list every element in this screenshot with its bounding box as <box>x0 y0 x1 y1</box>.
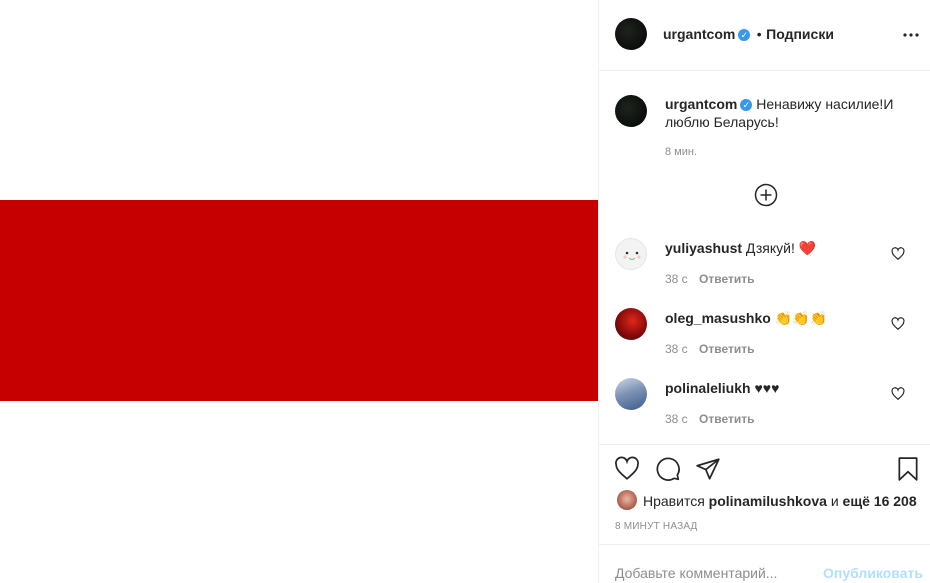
more-options-icon[interactable] <box>901 27 921 43</box>
comment-like-heart-icon[interactable] <box>891 247 905 261</box>
dot-separator: • <box>756 26 762 42</box>
comment-time: 38 с <box>665 412 688 426</box>
comment-text: 👏👏👏 <box>774 310 828 326</box>
commenter-avatar[interactable] <box>615 378 647 410</box>
commenter-username[interactable]: yuliyashust <box>665 240 742 256</box>
caption-text-line2: люблю Беларусь! <box>665 114 779 130</box>
post-timestamp: 8 МИНУТ НАЗАД <box>615 521 698 532</box>
caption-time: 8 мин. <box>665 146 698 158</box>
comment-time: 38 с <box>665 272 688 286</box>
commenter-avatar[interactable] <box>615 308 647 340</box>
caption-author-avatar[interactable] <box>615 95 647 127</box>
comment-text: ♥♥♥ <box>754 380 780 396</box>
caption-text-line1: Ненавижу насилие!И <box>756 96 894 112</box>
reply-button[interactable]: Ответить <box>699 272 754 286</box>
share-plane-icon[interactable] <box>695 456 721 482</box>
verified-badge-icon: ✓ <box>740 99 753 112</box>
comment-like-heart-icon[interactable] <box>891 387 905 401</box>
following-button[interactable]: Подписки <box>766 26 834 42</box>
likes-line: Нравится polinamilushkova и ещё 16 208 <box>643 493 917 509</box>
comment-body: polinaleliukh ♥♥♥ <box>665 379 779 397</box>
flag-red-stripe <box>0 200 598 401</box>
divider <box>599 544 930 545</box>
author-avatar[interactable] <box>615 18 647 50</box>
divider <box>599 444 930 445</box>
comment-meta: 38 с Ответить <box>665 342 754 356</box>
commenter-username[interactable]: oleg_masushko <box>665 310 771 326</box>
likes-count-link[interactable]: ещё 16 208 <box>843 493 917 509</box>
comment-like-heart-icon[interactable] <box>891 317 905 331</box>
comment-meta: 38 с Ответить <box>665 412 754 426</box>
post-header: urgantcom ✓ • Подписки <box>599 0 930 71</box>
like-heart-icon[interactable] <box>614 456 640 482</box>
author-username[interactable]: urgantcom <box>663 26 735 42</box>
save-bookmark-icon[interactable] <box>895 456 921 482</box>
comment-time: 38 с <box>665 342 688 356</box>
verified-badge-icon: ✓ <box>738 28 751 41</box>
liker-avatar[interactable] <box>617 490 637 510</box>
publish-comment-button[interactable]: Опубликовать <box>823 565 923 581</box>
post-side-panel: urgantcom ✓ • Подписки urgantcom ✓ Ненавиж… <box>598 0 930 583</box>
commenter-avatar[interactable] <box>615 238 647 270</box>
liker-username[interactable]: polinamilushkova <box>709 493 827 509</box>
likes-middle: и <box>830 493 839 509</box>
reply-button[interactable]: Ответить <box>699 412 754 426</box>
load-more-comments-icon[interactable] <box>754 183 778 207</box>
likes-prefix: Нравится <box>643 493 705 509</box>
add-comment-input[interactable]: Добавьте комментарий... <box>615 565 777 581</box>
comment-bubble-icon[interactable] <box>655 456 681 482</box>
comment-meta: 38 с Ответить <box>665 272 754 286</box>
header-author-line: urgantcom ✓ • Подписки <box>663 26 834 44</box>
comment-body: oleg_masushko 👏👏👏 <box>665 309 827 327</box>
comment-body: yuliyashust Дзякуй! ❤️ <box>665 239 816 257</box>
commenter-username[interactable]: polinaleliukh <box>665 380 751 396</box>
post-media <box>0 0 598 583</box>
caption: urgantcom ✓ Ненавижу насилие!И люблю Бела… <box>665 95 915 131</box>
comment-text: Дзякуй! ❤️ <box>745 240 817 256</box>
caption-author-username[interactable]: urgantcom <box>665 96 737 112</box>
reply-button[interactable]: Ответить <box>699 342 754 356</box>
